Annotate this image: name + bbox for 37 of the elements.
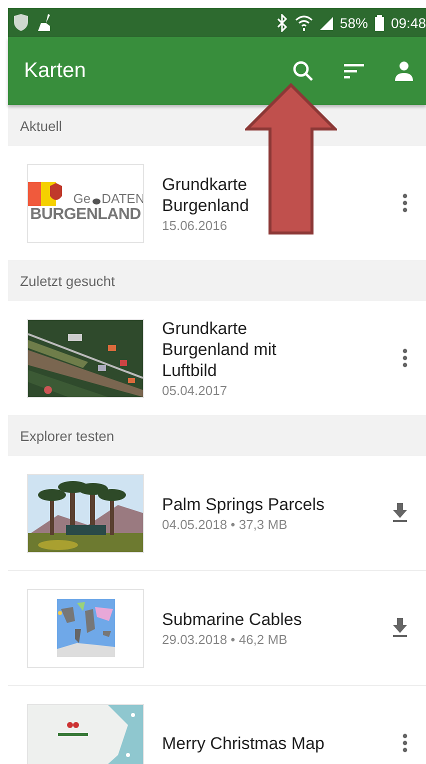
more-icon — [402, 193, 408, 213]
map-list-item[interactable]: Palm Springs Parcels 04.05.2018 • 37,3 MB — [8, 456, 426, 571]
download-icon — [392, 503, 408, 523]
map-title: Grundkarte Burgenland — [162, 174, 250, 216]
account-button[interactable] — [394, 61, 414, 81]
search-button[interactable] — [292, 60, 314, 82]
app-title: Karten — [24, 59, 87, 83]
broom-icon — [36, 13, 52, 32]
more-icon — [402, 733, 408, 753]
map-title: Grundkarte Burgenland mit Luftbild — [162, 318, 278, 381]
section-title: Aktuell — [20, 118, 62, 134]
map-title: Merry Christmas Map — [162, 732, 326, 754]
wifi-icon — [294, 14, 313, 32]
logo-text: Ge — [73, 191, 91, 206]
sort-button[interactable] — [344, 63, 364, 79]
map-title: Palm Springs Parcels — [162, 494, 326, 515]
shield-icon — [12, 13, 30, 32]
logo-text: BURGENLAND — [30, 206, 141, 224]
download-icon — [392, 618, 408, 638]
map-list-item[interactable]: Merry Christmas Map — [8, 686, 426, 764]
map-details: 05.04.2017 — [162, 383, 228, 398]
map-list-item[interactable]: Grundkarte Burgenland mit Luftbild 05.04.2017 — [8, 301, 426, 415]
map-details: 29.03.2018 • 46,2 MB — [162, 632, 288, 647]
map-details: 15.06.2016 — [162, 218, 228, 232]
map-list-item[interactable]: Submarine Cables 29.03.2018 • 46,2 MB — [8, 571, 426, 686]
clock: 09:48 — [390, 14, 426, 30]
section-title: Explorer testen — [20, 428, 114, 444]
more-icon — [402, 348, 408, 368]
map-title: Submarine Cables — [162, 609, 303, 630]
person-icon — [394, 61, 414, 81]
sort-icon — [344, 63, 364, 79]
bluetooth-icon — [274, 14, 289, 32]
search-icon — [292, 60, 314, 82]
battery-percent: 58% — [340, 14, 368, 30]
map-details: 04.05.2018 • 37,3 MB — [162, 517, 288, 532]
section-title: Zuletzt gesucht — [20, 272, 115, 288]
battery-icon — [374, 14, 385, 32]
